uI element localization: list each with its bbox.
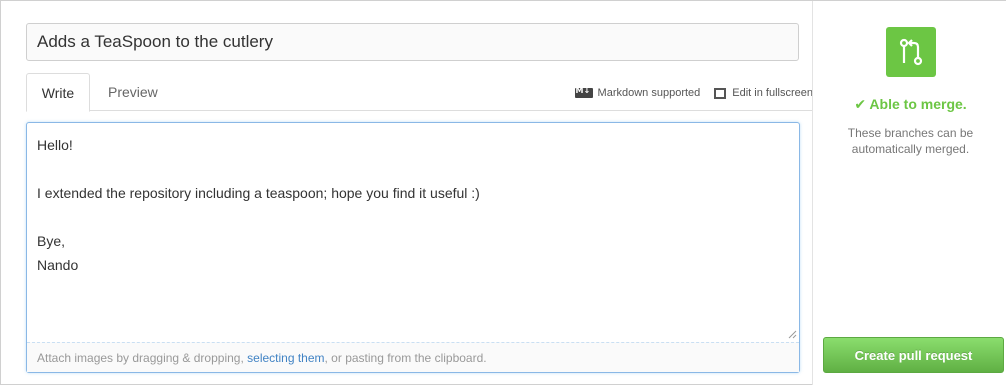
fullscreen-icon <box>714 85 727 101</box>
resize-grip-icon[interactable] <box>787 329 797 339</box>
markdown-supported-link[interactable]: Markdown supported <box>598 87 701 99</box>
tab-write[interactable]: Write <box>26 73 90 112</box>
compose-column: Write Preview Markdown supported Edit in… <box>13 1 813 385</box>
select-files-link[interactable]: selecting them <box>247 351 324 365</box>
git-pull-request-icon <box>886 27 936 77</box>
fullscreen-link[interactable]: Edit in fullscreen <box>732 87 813 99</box>
attach-text-prefix: Attach images by dragging & dropping, <box>37 351 248 365</box>
merge-description: These branches can be automatically merg… <box>847 126 974 156</box>
merge-sidebar: ✔ Able to merge. These branches can be a… <box>812 1 1006 385</box>
attach-text-suffix: , or pasting from the clipboard. <box>324 351 487 365</box>
tab-preview[interactable]: Preview <box>108 73 178 111</box>
create-pull-request-button[interactable]: Create pull request <box>823 337 1004 373</box>
pr-title-input[interactable] <box>26 23 799 61</box>
attach-images-bar[interactable]: Attach images by dragging & dropping, se… <box>27 342 799 372</box>
comment-editor: Attach images by dragging & dropping, se… <box>26 122 800 373</box>
merge-status: ✔ Able to merge. <box>854 96 967 112</box>
editor-tools: Markdown supported Edit in fullscreen <box>574 85 813 101</box>
markdown-icon <box>574 86 593 98</box>
pull-request-form: Write Preview Markdown supported Edit in… <box>0 0 1006 385</box>
editor-tabs: Write Preview Markdown supported Edit in… <box>26 73 813 112</box>
comment-body-textarea[interactable] <box>27 123 799 343</box>
